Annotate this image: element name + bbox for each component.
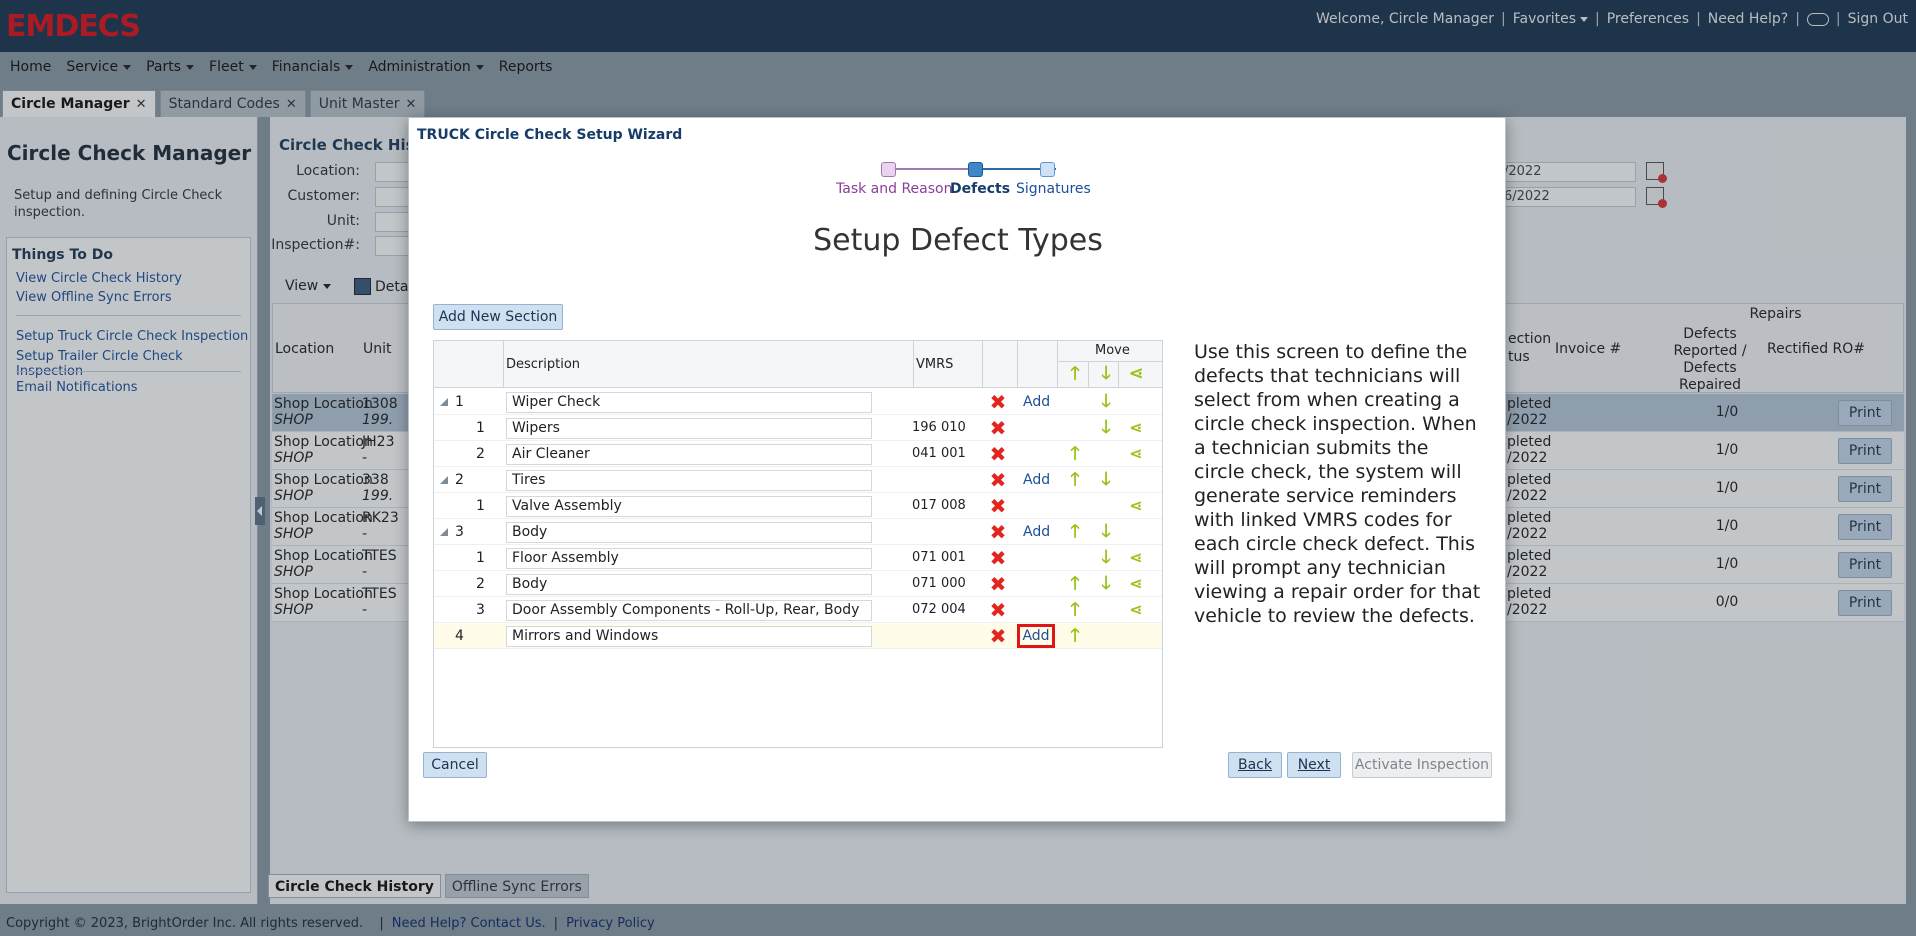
setup-heading: Setup Defect Types (813, 223, 1103, 258)
vmrs-code: 017 008 (912, 498, 966, 513)
section-row[interactable]: 1 Wiper Check ✖ Add 🡓 (434, 389, 1162, 415)
arrow-up-icon[interactable]: 🡑 (1065, 574, 1085, 594)
description-input[interactable]: Tires (506, 470, 872, 491)
arrow-down-icon[interactable]: 🡓 (1096, 392, 1116, 412)
arrow-down-icon[interactable]: 🡓 (1096, 470, 1116, 490)
description-input[interactable]: Wiper Check (506, 392, 872, 413)
description-input[interactable]: Air Cleaner (506, 444, 872, 465)
delete-icon[interactable]: ✖ (988, 470, 1008, 490)
move-icon[interactable]: ⋖ (1126, 444, 1146, 464)
delete-icon[interactable]: ✖ (988, 392, 1008, 412)
description-input[interactable]: Valve Assembly (506, 496, 872, 517)
section-row[interactable]: 2 Tires ✖ Add 🡑 🡓 (434, 467, 1162, 493)
description-input[interactable]: Body (506, 574, 872, 595)
delete-icon[interactable]: ✖ (988, 444, 1008, 464)
arrow-down-icon: 🡓 (1101, 363, 1111, 384)
step-dot-upcoming[interactable] (1040, 162, 1055, 177)
delete-icon[interactable]: ✖ (988, 574, 1008, 594)
wizard-stepper: Task and Reason Defects Signatures (409, 161, 1507, 201)
add-defect-button[interactable]: Add (1023, 472, 1050, 488)
defect-row[interactable]: 1 Floor Assembly 071 001 ✖ 🡓 ⋖ (434, 545, 1162, 571)
help-text: Use this screen to define the defects th… (1194, 341, 1481, 627)
setup-wizard-modal: TRUCK Circle Check Setup Wizard Task and… (408, 117, 1506, 822)
description-input[interactable]: Mirrors and Windows (506, 626, 872, 647)
step-dot-complete[interactable] (881, 162, 896, 177)
arrow-up-icon[interactable]: 🡑 (1065, 626, 1085, 646)
step-defects[interactable]: Defects (950, 181, 1010, 197)
col-description: Description (506, 357, 581, 372)
col-move: Move (1095, 343, 1130, 358)
vmrs-code: 041 001 (912, 446, 966, 461)
delete-icon[interactable]: ✖ (988, 626, 1008, 646)
arrow-up-icon[interactable]: 🡑 (1065, 444, 1085, 464)
delete-icon[interactable]: ✖ (988, 418, 1008, 438)
step-dot-current[interactable] (968, 162, 983, 177)
arrow-up-icon[interactable]: 🡑 (1065, 522, 1085, 542)
move-icon[interactable]: ⋖ (1126, 600, 1146, 620)
vmrs-code: 071 000 (912, 576, 966, 591)
move-icon[interactable]: ⋖ (1126, 496, 1146, 516)
stepper-line (896, 168, 976, 170)
defects-grid-header: Description VMRS Move 🡑 🡓 ⋖ (434, 341, 1162, 388)
description-input[interactable]: Floor Assembly (506, 548, 872, 569)
step-signatures[interactable]: Signatures (1016, 181, 1091, 197)
add-new-section-button[interactable]: Add New Section (433, 304, 563, 330)
defects-grid: Description VMRS Move 🡑 🡓 ⋖ 1 Wiper Chec… (433, 340, 1163, 748)
modal-title: TRUCK Circle Check Setup Wizard (417, 127, 683, 143)
cancel-button[interactable]: Cancel (423, 752, 487, 778)
delete-icon[interactable]: ✖ (988, 600, 1008, 620)
defect-row[interactable]: 1 Valve Assembly 017 008 ✖ ⋖ (434, 493, 1162, 519)
new-section-row[interactable]: 4 Mirrors and Windows ✖ Add 🡑 (434, 623, 1162, 649)
step-task-reason[interactable]: Task and Reason (836, 181, 952, 197)
delete-icon[interactable]: ✖ (988, 548, 1008, 568)
description-input[interactable]: Door Assembly Components - Roll-Up, Rear… (506, 600, 872, 621)
arrow-down-icon[interactable]: 🡓 (1096, 574, 1116, 594)
move-icon[interactable]: ⋖ (1126, 418, 1146, 438)
arrow-up-icon[interactable]: 🡑 (1065, 600, 1085, 620)
vmrs-code: 196 010 (912, 420, 966, 435)
move-icon: ⋖ (1128, 363, 1144, 384)
add-defect-button[interactable]: Add (1023, 394, 1050, 410)
delete-icon[interactable]: ✖ (988, 496, 1008, 516)
arrow-down-icon[interactable]: 🡓 (1096, 522, 1116, 542)
defect-row[interactable]: 1 Wipers 196 010 ✖ 🡓 ⋖ (434, 415, 1162, 441)
collapse-icon[interactable] (440, 398, 448, 406)
activate-inspection-button[interactable]: Activate Inspection (1352, 752, 1492, 778)
collapse-icon[interactable] (440, 528, 448, 536)
col-vmrs: VMRS (916, 357, 954, 372)
arrow-down-icon[interactable]: 🡓 (1096, 418, 1116, 438)
defect-row[interactable]: 2 Body 071 000 ✖ 🡑 🡓 ⋖ (434, 571, 1162, 597)
vmrs-code: 071 001 (912, 550, 966, 565)
defect-row[interactable]: 3 Door Assembly Components - Roll-Up, Re… (434, 597, 1162, 623)
next-button[interactable]: Next (1287, 752, 1341, 778)
collapse-icon[interactable] (440, 476, 448, 484)
add-defect-button[interactable]: Add (1023, 524, 1050, 540)
section-row[interactable]: 3 Body ✖ Add 🡑 🡓 (434, 519, 1162, 545)
back-button[interactable]: Back (1228, 752, 1282, 778)
delete-icon[interactable]: ✖ (988, 522, 1008, 542)
vmrs-code: 072 004 (912, 602, 966, 617)
arrow-up-icon[interactable]: 🡑 (1065, 470, 1085, 490)
add-defect-button-highlighted[interactable]: Add (1017, 624, 1055, 648)
move-icon[interactable]: ⋖ (1126, 574, 1146, 594)
move-icon[interactable]: ⋖ (1126, 548, 1146, 568)
arrow-down-icon[interactable]: 🡓 (1096, 548, 1116, 568)
description-input[interactable]: Wipers (506, 418, 872, 439)
description-input[interactable]: Body (506, 522, 872, 543)
defect-row[interactable]: 2 Air Cleaner 041 001 ✖ 🡑 ⋖ (434, 441, 1162, 467)
arrow-up-icon: 🡑 (1070, 363, 1080, 384)
